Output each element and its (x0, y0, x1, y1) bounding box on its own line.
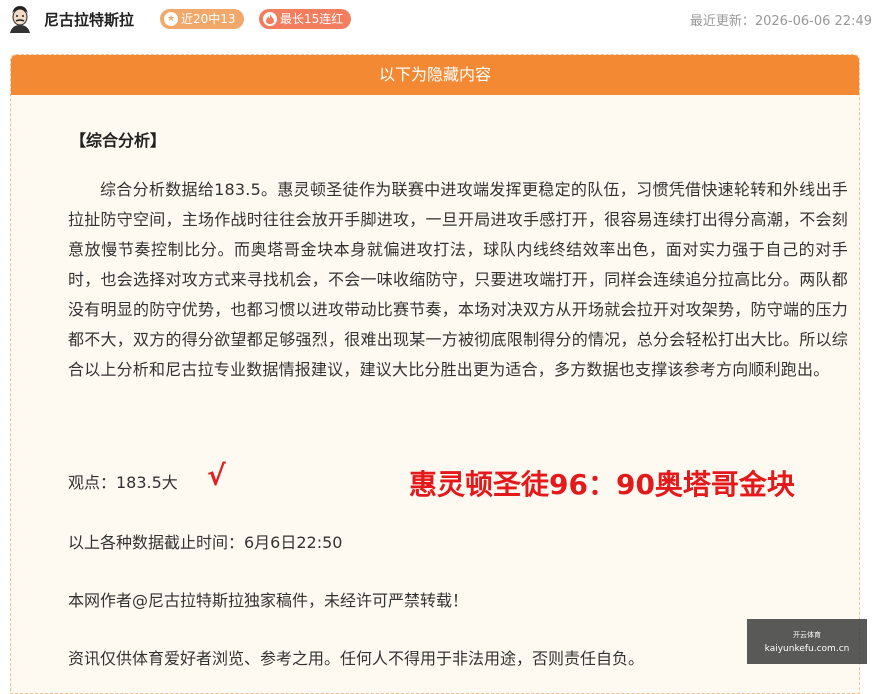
author-name[interactable]: 尼古拉特斯拉 (44, 9, 134, 30)
copyright-notice: 本网作者@尼古拉特斯拉独家稿件，未经许可严禁转载！ (68, 591, 469, 610)
watermark-brand: 开云体育 (793, 630, 821, 639)
author-avatar[interactable] (6, 3, 34, 33)
check-mark: √ (207, 459, 226, 492)
streak-label: 最长15连红 (280, 12, 344, 26)
viewpoint-text: 观点：183.5大 (68, 473, 178, 492)
last-updated: 最近更新：2026-06-06 22:49 (689, 14, 872, 29)
final-score: 惠灵顿圣徒96：90奥塔哥金块 (409, 468, 795, 501)
site-watermark: 开云体育 kaiyunkefu.com.cn (747, 619, 867, 664)
recent-record-label: 近20中13 (181, 12, 236, 26)
star-icon: ★ (164, 12, 178, 26)
streak-badge: 最长15连红 (259, 9, 352, 29)
disclaimer-text: 资讯仅供体育爱好者浏览、参考之用。任何人不得用于非法用途，否则责任自负。 (68, 649, 645, 668)
panel-title: 以下为隐藏内容 (11, 55, 859, 95)
analysis-paragraph: 综合分析数据给183.5。惠灵顿圣徒作为联赛中进攻端发挥更稳定的队伍，习惯凭借快… (68, 180, 848, 379)
data-cutoff-time: 以上各种数据截止时间：6月6日22:50 (68, 533, 343, 552)
recent-record-badge: ★ 近20中13 (160, 9, 244, 29)
hidden-content-panel: 以下为隐藏内容 【综合分析】 综合分析数据给183.5。惠灵顿圣徒作为联赛中进攻… (10, 54, 860, 694)
article-header: 尼古拉特斯拉 ★ 近20中13 最长15连红 最近更新：2026-06-06 2… (0, 0, 878, 40)
section-title: 【综合分析】 (70, 131, 167, 150)
fire-icon (263, 12, 277, 26)
watermark-domain: kaiyunkefu.com.cn (764, 643, 850, 654)
